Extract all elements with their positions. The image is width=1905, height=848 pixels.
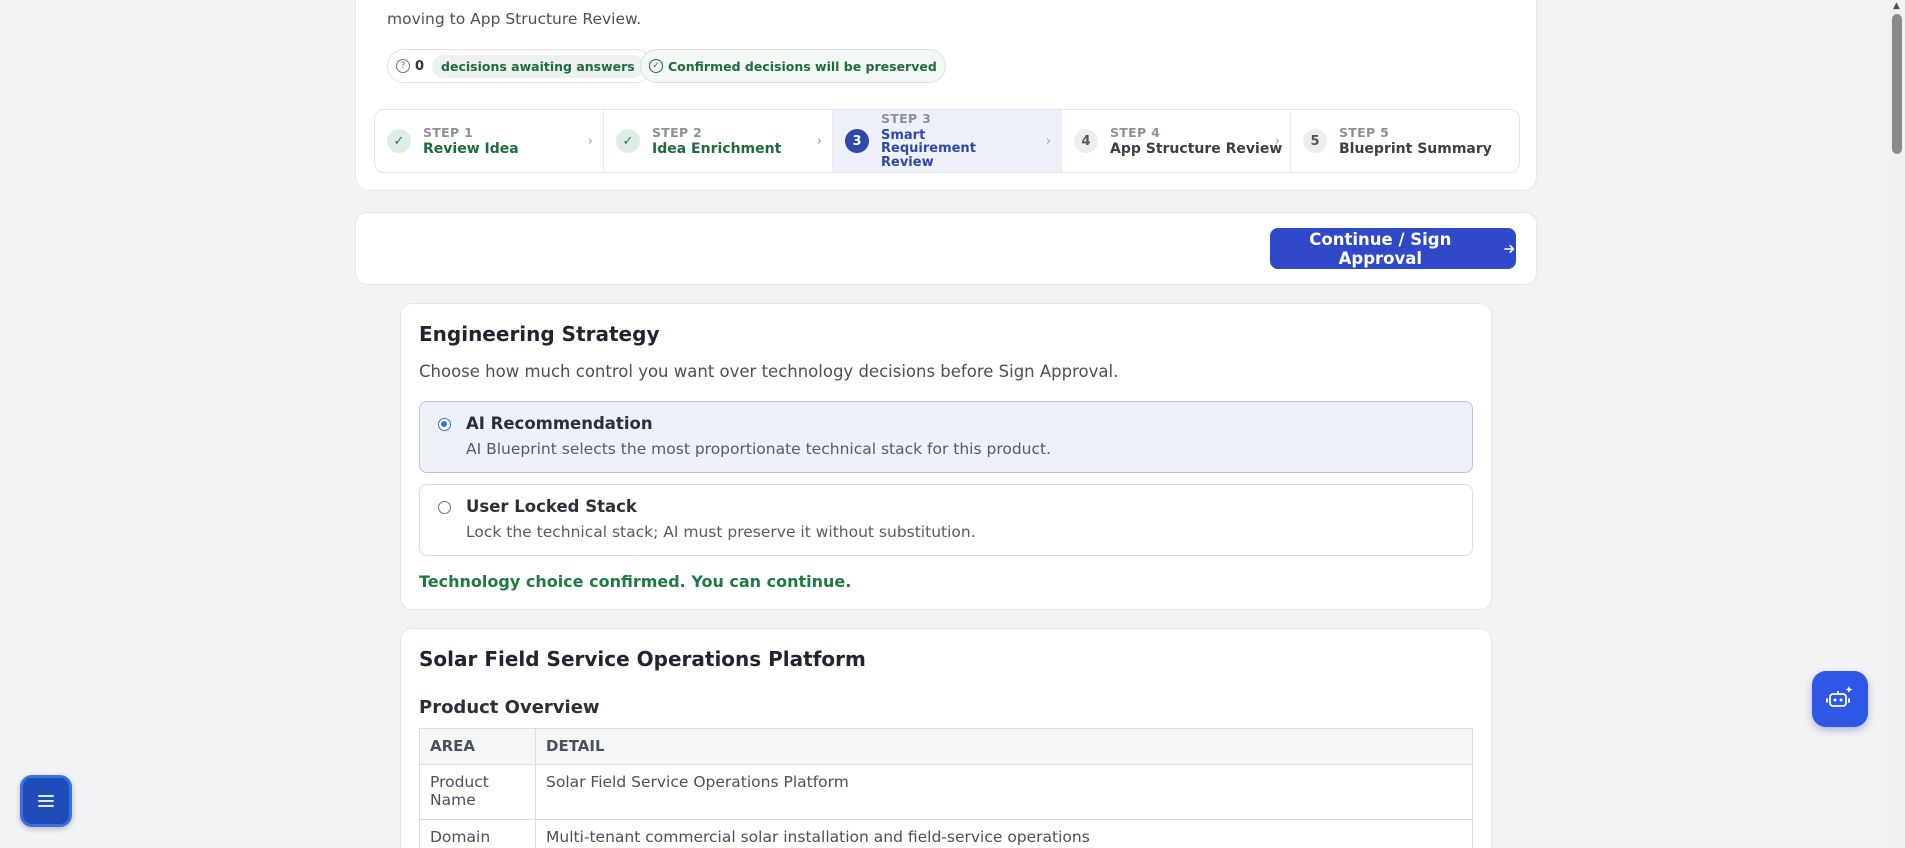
chevron-right-icon: ›	[1045, 134, 1051, 149]
step-title: Review Idea	[423, 140, 519, 157]
table-header-row: AREA DETAIL	[419, 728, 1473, 765]
strategy-title: Engineering Strategy	[419, 322, 660, 346]
arrow-right-icon	[1503, 244, 1514, 253]
option-description: AI Blueprint selects the most proportion…	[466, 440, 1052, 458]
page-scrollbar[interactable]: ▲	[1889, 0, 1905, 848]
product-overview-card: Solar Field Service Operations Platform …	[400, 628, 1492, 848]
table-row: Product Name Solar Field Service Operati…	[419, 764, 1473, 820]
step-number: 4	[1074, 129, 1098, 153]
step-key: STEP 3	[881, 111, 932, 127]
question-circle-icon: ?	[396, 59, 410, 73]
engineering-strategy-card: Engineering Strategy Choose how much con…	[400, 303, 1492, 610]
step-review-idea[interactable]: ✓ STEP 1 Review Idea ›	[375, 110, 604, 172]
chevron-right-icon: ›	[816, 134, 822, 149]
option-user-locked-stack[interactable]: User Locked Stack Lock the technical sta…	[419, 484, 1473, 556]
cell-area: Domain	[419, 819, 536, 848]
continue-label: Continue / Sign Approval	[1309, 229, 1452, 268]
check-icon: ✓	[616, 129, 640, 153]
cell-detail: Solar Field Service Operations Platform	[535, 764, 1473, 820]
option-title: User Locked Stack	[466, 497, 637, 516]
option-title: AI Recommendation	[466, 414, 653, 433]
step-key: STEP 1	[423, 124, 474, 140]
preserved-label: Confirmed decisions will be preserved	[668, 58, 937, 74]
table-row: Domain Multi-tenant commercial solar ins…	[419, 819, 1473, 848]
step-key: STEP 4	[1110, 124, 1161, 140]
step-app-structure-review[interactable]: 4 STEP 4 App Structure Review ›	[1062, 110, 1291, 172]
scroll-thumb[interactable]	[1892, 14, 1902, 154]
step-smart-requirement-review[interactable]: 3 STEP 3 Smart Requirement Review ›	[833, 110, 1062, 172]
review-header-card: moving to App Structure Review. ? 0 deci…	[355, 0, 1537, 191]
menu-button[interactable]	[20, 775, 72, 827]
step-blueprint-summary[interactable]: 5 STEP 5 Blueprint Summary	[1291, 110, 1519, 172]
robot-sparkle-icon	[1826, 686, 1853, 707]
step-key: STEP 5	[1339, 124, 1390, 140]
product-overview-table: AREA DETAIL Product Name Solar Field Ser…	[419, 728, 1473, 848]
cell-detail: Multi-tenant commercial solar installati…	[535, 819, 1473, 848]
product-title: Solar Field Service Operations Platform	[419, 647, 866, 671]
menu-icon	[38, 795, 54, 807]
option-ai-recommendation[interactable]: AI Recommendation AI Blueprint selects t…	[419, 401, 1473, 473]
awaiting-label: decisions awaiting answers	[432, 54, 644, 78]
chevron-right-icon: ›	[1274, 134, 1280, 149]
progress-stepper: ✓ STEP 1 Review Idea › ✓ STEP 2 Idea Enric…	[374, 109, 1520, 173]
column-header-area: AREA	[419, 728, 536, 765]
step-idea-enrichment[interactable]: ✓ STEP 2 Idea Enrichment ›	[604, 110, 833, 172]
cell-area: Product Name	[419, 764, 536, 820]
radio-user-locked-stack[interactable]	[438, 501, 451, 514]
step-number: 3	[845, 129, 869, 153]
section-heading: Product Overview	[419, 697, 600, 718]
step-title: App Structure Review	[1110, 140, 1283, 157]
strategy-subtitle: Choose how much control you want over te…	[419, 362, 1119, 381]
ai-assistant-button[interactable]	[1812, 671, 1868, 727]
intro-text: moving to App Structure Review.	[387, 10, 642, 28]
step-title: Smart Requirement Review	[881, 127, 976, 170]
column-header-detail: DETAIL	[535, 728, 1473, 765]
step-title: Idea Enrichment	[652, 140, 782, 157]
preserved-decisions-pill: ✓ Confirmed decisions will be preserved	[640, 49, 946, 83]
check-icon: ✓	[387, 129, 411, 153]
awaiting-count: 0	[415, 58, 425, 74]
step-title: Blueprint Summary	[1339, 140, 1492, 157]
step-key: STEP 2	[652, 124, 703, 140]
continue-sign-approval-button[interactable]: Continue / Sign Approval	[1270, 228, 1516, 269]
confirmation-message: Technology choice confirmed. You can con…	[419, 572, 852, 591]
awaiting-decisions-pill: ? 0 decisions awaiting answers	[387, 49, 653, 83]
radio-ai-recommendation[interactable]	[438, 418, 451, 431]
option-description: Lock the technical stack; AI must preser…	[466, 523, 976, 541]
chevron-right-icon: ›	[587, 134, 593, 149]
step-number: 5	[1303, 129, 1327, 153]
check-circle-icon: ✓	[649, 59, 663, 73]
action-bar: Continue / Sign Approval	[355, 212, 1537, 285]
scroll-up-arrow-icon[interactable]: ▲	[1893, 1, 1900, 11]
